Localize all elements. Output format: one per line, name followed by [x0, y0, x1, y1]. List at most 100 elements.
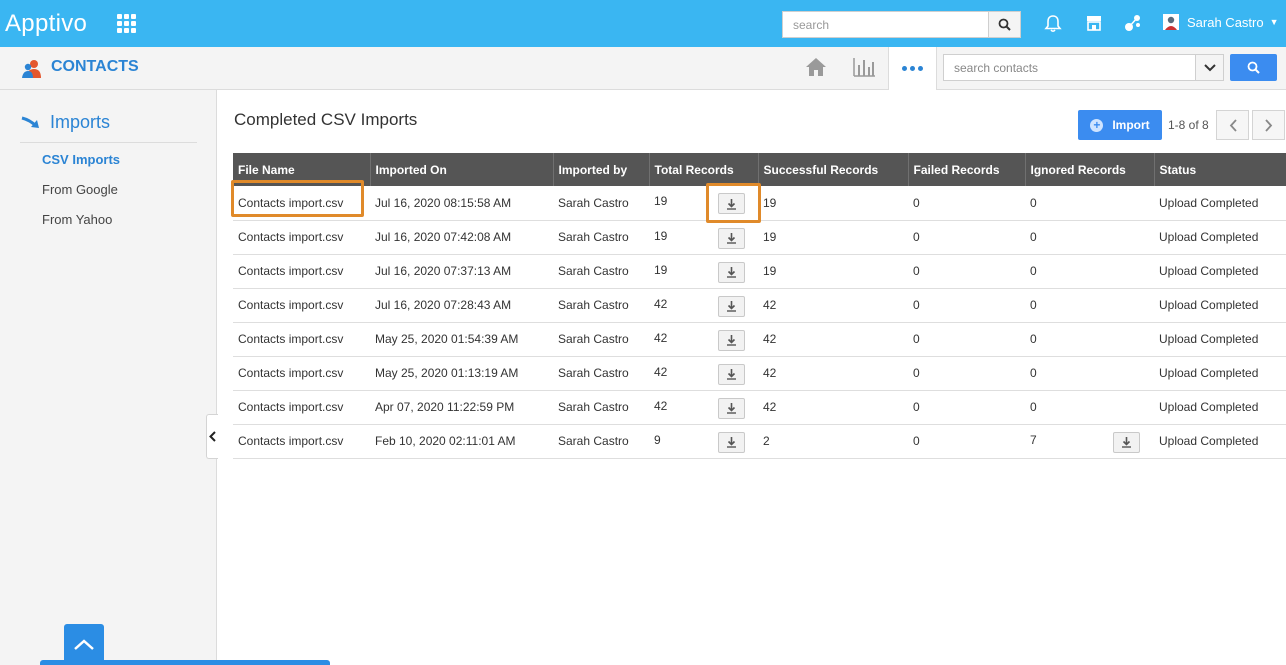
store-icon[interactable] [1083, 12, 1105, 34]
imports-table: File Name Imported On Imported by Total … [233, 153, 1286, 459]
imported-on-cell: Apr 07, 2020 11:22:59 PM [370, 390, 553, 425]
table-row[interactable]: Contacts import.csv Jul 16, 2020 07:28:4… [233, 288, 1286, 323]
sidebar-item-from-google[interactable]: From Google [42, 182, 118, 197]
total-records-cell: 9 [649, 424, 758, 459]
download-icon [727, 233, 736, 244]
file-name-cell[interactable]: Contacts import.csv [233, 288, 370, 323]
table-header-row: File Name Imported On Imported by Total … [233, 153, 1286, 186]
failed-records-cell: 0 [908, 322, 1025, 357]
search-icon [1247, 61, 1260, 74]
imported-by-cell: Sarah Castro [553, 254, 649, 289]
status-cell: Upload Completed [1154, 220, 1286, 255]
table-row[interactable]: Contacts import.csv Jul 16, 2020 08:15:5… [233, 186, 1286, 221]
file-name-cell[interactable]: Contacts import.csv [233, 390, 370, 425]
download-button[interactable] [718, 227, 745, 249]
table-row[interactable]: Contacts import.csv Jul 16, 2020 07:37:1… [233, 254, 1286, 289]
chevron-left-icon [1229, 118, 1237, 132]
app-header: CONTACTS [0, 47, 1286, 90]
contacts-search-button[interactable] [1230, 54, 1277, 81]
page-title: Completed CSV Imports [234, 110, 418, 129]
imported-by-cell: Sarah Castro [553, 424, 649, 459]
imported-by-cell: Sarah Castro [553, 356, 649, 391]
download-icon [727, 301, 736, 312]
ignored-records-cell: 0 [1025, 220, 1154, 255]
contacts-search-input[interactable] [943, 54, 1196, 81]
chevron-left-icon [209, 431, 216, 442]
column-header-status[interactable]: Status [1153, 153, 1286, 186]
imported-on-cell: Jul 16, 2020 07:37:13 AM [370, 254, 553, 289]
connections-icon[interactable] [1122, 12, 1144, 34]
chevron-up-icon [74, 638, 94, 650]
import-button[interactable]: + Import [1078, 110, 1162, 140]
table-row[interactable]: Contacts import.csv Apr 07, 2020 11:22:5… [233, 390, 1286, 425]
contacts-app-icon [21, 58, 43, 80]
chevron-down-icon [1203, 63, 1216, 71]
imported-on-cell: Jul 16, 2020 08:15:58 AM [370, 186, 553, 221]
collapse-sidebar-button[interactable] [206, 414, 218, 459]
total-records-cell: 42 [649, 356, 758, 391]
status-cell: Upload Completed [1154, 288, 1286, 323]
ignored-records-cell: 0 [1025, 254, 1154, 289]
total-records-cell: 19 [649, 220, 758, 255]
successful-records-cell: 42 [758, 288, 908, 323]
apptivo-logo[interactable]: Apptivo [5, 10, 87, 38]
download-icon [727, 403, 736, 414]
ignored-records-cell: 0 [1025, 390, 1154, 425]
total-records-cell: 42 [649, 322, 758, 357]
column-header-ignored-records[interactable]: Ignored Records [1024, 153, 1154, 186]
global-search-button[interactable] [989, 11, 1021, 38]
global-search-input[interactable] [782, 11, 989, 38]
bar-chart-icon[interactable] [852, 56, 876, 81]
download-icon [727, 198, 736, 210]
table-row[interactable]: Contacts import.csv Feb 10, 2020 02:11:0… [233, 424, 1286, 459]
download-button[interactable] [718, 261, 745, 283]
table-row[interactable]: Contacts import.csv Jul 16, 2020 07:42:0… [233, 220, 1286, 255]
home-icon[interactable] [804, 56, 828, 81]
more-options-icon[interactable] [888, 47, 937, 90]
sidebar-item-csv-imports[interactable]: CSV Imports [42, 152, 120, 167]
next-page-button[interactable] [1252, 110, 1285, 140]
successful-records-cell: 42 [758, 390, 908, 425]
app-title[interactable]: CONTACTS [51, 58, 139, 76]
download-button[interactable] [718, 431, 745, 453]
file-name-cell[interactable]: Contacts import.csv [233, 220, 370, 255]
table-row[interactable]: Contacts import.csv May 25, 2020 01:54:3… [233, 322, 1286, 357]
apps-grid-icon[interactable] [117, 14, 136, 33]
column-header-imported-by[interactable]: Imported by [552, 153, 649, 186]
download-button[interactable] [718, 329, 745, 351]
file-name-cell[interactable]: Contacts import.csv [233, 424, 370, 459]
sidebar-item-from-yahoo[interactable]: From Yahoo [42, 212, 112, 227]
column-header-failed-records[interactable]: Failed Records [907, 153, 1025, 186]
status-cell: Upload Completed [1154, 186, 1286, 221]
file-name-cell[interactable]: Contacts import.csv [233, 186, 370, 221]
chevron-right-icon [1264, 118, 1272, 132]
total-records-cell: 19 [649, 186, 758, 221]
scroll-to-top-button[interactable] [64, 624, 104, 665]
download-ignored-button[interactable] [1113, 431, 1140, 453]
file-name-cell[interactable]: Contacts import.csv [233, 254, 370, 289]
column-header-total-records[interactable]: Total Records [648, 153, 758, 186]
previous-page-button[interactable] [1216, 110, 1249, 140]
imported-on-cell: Feb 10, 2020 02:11:01 AM [370, 424, 553, 459]
bottom-panel-tab[interactable] [40, 660, 330, 665]
search-filter-dropdown[interactable] [1196, 54, 1224, 81]
imported-by-cell: Sarah Castro [553, 220, 649, 255]
file-name-cell[interactable]: Contacts import.csv [233, 356, 370, 391]
download-button[interactable] [718, 295, 745, 317]
column-header-successful-records[interactable]: Successful Records [757, 153, 908, 186]
status-cell: Upload Completed [1154, 424, 1286, 459]
download-button[interactable] [718, 193, 745, 214]
status-cell: Upload Completed [1154, 254, 1286, 289]
table-row[interactable]: Contacts import.csv May 25, 2020 01:13:1… [233, 356, 1286, 391]
chevron-down-icon: ▼ [1269, 17, 1279, 27]
download-button[interactable] [718, 397, 745, 419]
column-header-file-name[interactable]: File Name [233, 153, 370, 186]
total-records-cell: 42 [649, 288, 758, 323]
successful-records-cell: 19 [758, 220, 908, 255]
successful-records-cell: 19 [758, 254, 908, 289]
file-name-cell[interactable]: Contacts import.csv [233, 322, 370, 357]
column-header-imported-on[interactable]: Imported On [369, 153, 553, 186]
bell-icon[interactable] [1042, 12, 1064, 34]
user-menu[interactable]: Sarah Castro ▼ [1163, 14, 1279, 30]
download-button[interactable] [718, 363, 745, 385]
